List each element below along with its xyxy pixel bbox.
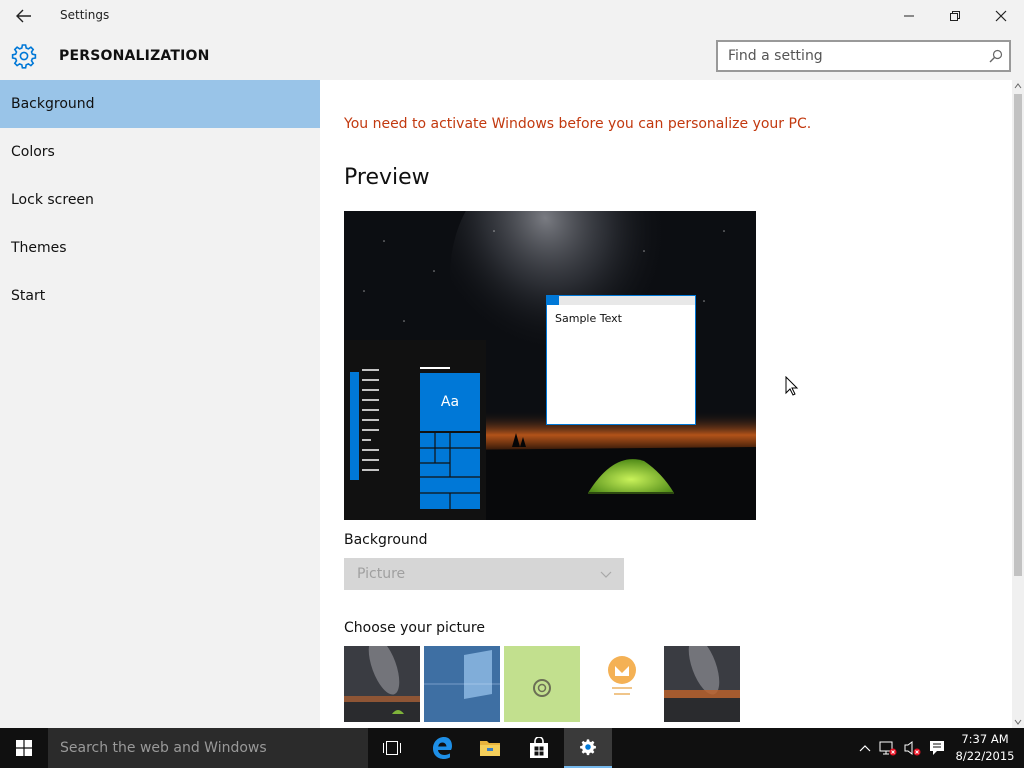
- volume-icon: [904, 741, 921, 756]
- sidebar: Background Colors Lock screen Themes Sta…: [0, 80, 320, 728]
- activation-warning: You need to activate Windows before you …: [344, 116, 812, 132]
- taskbar: Search the web and Windows 7:37 AM 8/22/…: [0, 728, 1024, 768]
- start-menu-preview: Aa: [344, 340, 486, 520]
- background-label: Background: [344, 532, 428, 548]
- file-explorer-button[interactable]: [466, 728, 514, 768]
- store-button[interactable]: [515, 728, 563, 768]
- window-title: Settings: [60, 8, 110, 22]
- restore-button[interactable]: [932, 0, 978, 32]
- minimize-button[interactable]: [886, 0, 932, 32]
- sample-window-titlebar: [547, 296, 695, 305]
- background-dropdown-value: Picture: [357, 566, 406, 582]
- windows-hero-thumbnail: [424, 646, 500, 722]
- preview-tile-aa: Aa: [420, 373, 480, 431]
- edge-button[interactable]: [418, 728, 466, 768]
- picture-thumb-orange[interactable]: [584, 646, 660, 722]
- close-button[interactable]: [978, 0, 1024, 32]
- folder-icon: [480, 741, 500, 756]
- start-menu-list: [350, 369, 379, 480]
- sidebar-item-label: Lock screen: [11, 192, 94, 208]
- sample-window-text: Sample Text: [555, 312, 622, 325]
- preview-panel: Aa Sample Text: [344, 211, 756, 520]
- scroll-up-icon[interactable]: [1014, 82, 1022, 90]
- scrollbar-thumb[interactable]: [1014, 94, 1022, 576]
- settings-header: PERSONALIZATION Find a setting: [0, 32, 1024, 80]
- back-button[interactable]: [12, 6, 36, 26]
- find-setting-input[interactable]: Find a setting: [716, 40, 1011, 72]
- task-view-icon: [383, 741, 401, 755]
- network-status-button[interactable]: [876, 728, 900, 768]
- clock-time: 7:37 AM: [961, 732, 1009, 746]
- main-content: You need to activate Windows before you …: [320, 80, 1012, 728]
- picture-thumb-green[interactable]: [504, 646, 580, 722]
- preview-heading: Preview: [344, 165, 430, 190]
- sample-window-accent: [547, 296, 559, 305]
- background-dropdown[interactable]: Picture: [344, 558, 624, 590]
- picture-thumb-milkyway[interactable]: [344, 637, 420, 722]
- minimize-icon: [904, 15, 914, 17]
- chevron-up-icon: [859, 745, 871, 752]
- task-view-button[interactable]: [368, 728, 416, 768]
- green-swirl-thumbnail: [504, 646, 580, 722]
- sidebar-item-themes[interactable]: Themes: [0, 224, 320, 272]
- picture-thumb-milkyway-2[interactable]: [664, 637, 740, 722]
- chevron-down-icon: [600, 571, 612, 578]
- windows-logo-icon: [16, 740, 32, 756]
- store-icon: [530, 737, 548, 758]
- close-icon: [995, 10, 1007, 22]
- settings-taskbar-button[interactable]: [564, 728, 612, 768]
- restore-icon: [950, 11, 960, 21]
- choose-picture-label: Choose your picture: [344, 620, 485, 636]
- tile-text: Aa: [440, 394, 460, 410]
- volume-button[interactable]: [900, 728, 924, 768]
- back-arrow-icon: [16, 9, 31, 23]
- scroll-down-icon[interactable]: [1014, 718, 1022, 726]
- action-center-button[interactable]: [924, 728, 950, 768]
- milky-way-thumbnail: [344, 637, 420, 722]
- action-center-icon: [930, 741, 944, 755]
- gear-icon: [11, 44, 37, 69]
- search-placeholder: Find a setting: [728, 48, 823, 64]
- show-hidden-icons-button[interactable]: [854, 728, 876, 768]
- page-title: PERSONALIZATION: [59, 48, 210, 64]
- picture-thumb-windows[interactable]: [424, 646, 500, 722]
- sidebar-item-background[interactable]: Background: [0, 80, 320, 128]
- start-button[interactable]: [0, 728, 48, 768]
- settings-window: Settings PERSONALIZATION Find a setting …: [0, 0, 1024, 768]
- sidebar-item-label: Colors: [11, 144, 55, 160]
- orange-bloom-thumbnail: [584, 646, 660, 722]
- taskbar-search[interactable]: Search the web and Windows: [48, 728, 368, 768]
- sidebar-item-label: Background: [11, 96, 95, 112]
- sidebar-item-start[interactable]: Start: [0, 272, 320, 320]
- mouse-cursor-icon: [785, 376, 799, 396]
- title-bar: Settings: [0, 0, 1024, 32]
- search-icon: [989, 49, 1003, 63]
- system-clock[interactable]: 7:37 AM 8/22/2015: [954, 731, 1016, 765]
- edge-icon: [433, 737, 452, 759]
- settings-icon: [580, 739, 596, 756]
- network-icon: [879, 741, 897, 756]
- vertical-scrollbar[interactable]: [1012, 80, 1024, 728]
- sidebar-item-lock-screen[interactable]: Lock screen: [0, 176, 320, 224]
- preview-tile-line: [420, 367, 450, 369]
- sidebar-item-label: Start: [11, 288, 46, 304]
- preview-tile-grid: [420, 433, 480, 509]
- sidebar-item-label: Themes: [11, 240, 67, 256]
- milky-way-thumbnail-2: [664, 637, 740, 722]
- clock-date: 8/22/2015: [955, 749, 1015, 763]
- sample-window: Sample Text: [546, 295, 696, 425]
- taskbar-search-placeholder: Search the web and Windows: [60, 740, 267, 756]
- sidebar-item-colors[interactable]: Colors: [0, 128, 320, 176]
